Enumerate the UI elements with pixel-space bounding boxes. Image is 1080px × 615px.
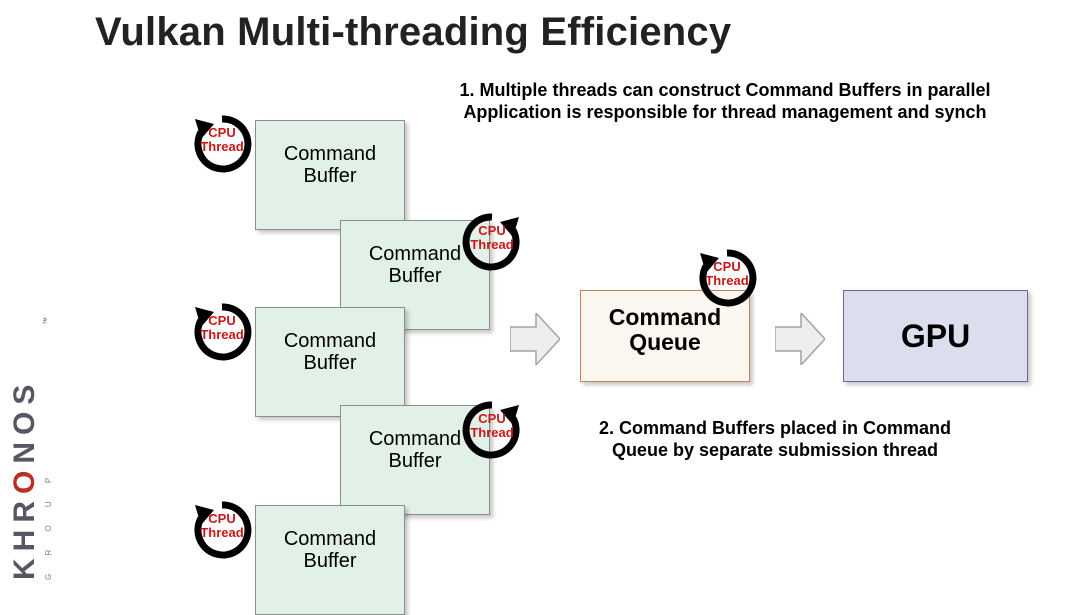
command-buffer-box-1: Command Buffer [255,120,405,230]
khronos-group: G R O U P [44,470,53,580]
cpu-thread-label: CPU Thread [190,512,254,539]
command-buffer-box-5: Command Buffer [255,505,405,615]
annotation-2: 2. Command Buffers placed in Command Que… [555,418,995,462]
khronos-logo: KHRONOS [8,378,42,580]
command-queue-label: Command Queue [581,305,749,356]
command-buffer-label: Command Buffer [256,330,404,374]
cpu-thread-badge-5: CPU Thread [190,498,254,562]
arrow-queue-to-gpu-icon [775,313,825,365]
cpu-thread-badge-queue: CPU Thread [695,246,759,310]
gpu-label: GPU [901,318,970,355]
cpu-thread-badge-4: CPU Thread [460,398,524,462]
khronos-tm: ™ [42,317,51,325]
command-buffer-label: Command Buffer [256,528,404,572]
khronos-o: O [8,464,41,494]
gpu-box: GPU [843,290,1028,382]
annotation-1-line-2: Application is responsible for thread ma… [463,102,986,122]
cpu-thread-label: CPU Thread [695,260,759,287]
cpu-thread-badge-2: CPU Thread [460,210,524,274]
cpu-thread-label: CPU Thread [460,412,524,439]
command-buffer-box-3: Command Buffer [255,307,405,417]
slide-title: Vulkan Multi-threading Efficiency [95,10,731,55]
cpu-thread-badge-3: CPU Thread [190,300,254,364]
cpu-thread-label: CPU Thread [190,314,254,341]
cpu-thread-label: CPU Thread [190,126,254,153]
annotation-2-line-2: Queue by separate submission thread [612,440,938,460]
khronos-suffix: NOS [8,378,41,464]
cpu-thread-label: CPU Thread [460,224,524,251]
annotation-1: 1. Multiple threads can construct Comman… [395,80,1055,124]
arrow-buffers-to-queue-icon [510,313,560,365]
khronos-prefix: KHR [8,494,41,580]
annotation-1-line-1: 1. Multiple threads can construct Comman… [459,80,990,100]
command-buffer-label: Command Buffer [256,143,404,187]
annotation-2-line-1: 2. Command Buffers placed in Command [599,418,951,438]
cpu-thread-badge-1: CPU Thread [190,112,254,176]
slide: Vulkan Multi-threading Efficiency 1. Mul… [0,0,1080,615]
